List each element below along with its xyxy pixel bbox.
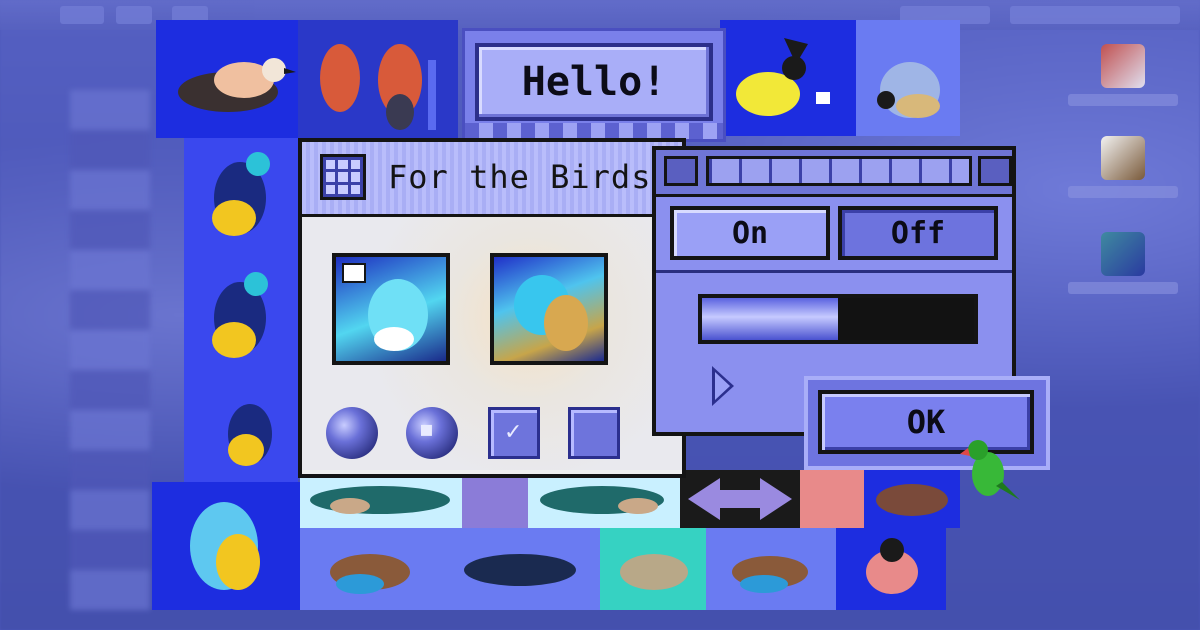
toggle-on-button[interactable]: On bbox=[670, 206, 830, 260]
bird-tile bbox=[800, 470, 864, 528]
taskbar-item[interactable] bbox=[116, 6, 152, 24]
play-triangle-icon[interactable] bbox=[712, 366, 734, 406]
dot-icon: ▪ bbox=[419, 417, 434, 442]
window-title: For the Birds bbox=[388, 158, 652, 196]
zoom-box-icon[interactable] bbox=[978, 156, 1012, 186]
bird-photo-bluebird[interactable] bbox=[490, 253, 608, 365]
checkmark-icon: ✓ bbox=[504, 420, 523, 445]
tanager-icon bbox=[212, 272, 268, 358]
bird-tile bbox=[836, 528, 946, 610]
bird-tile bbox=[440, 528, 600, 610]
pattern-tile bbox=[462, 470, 528, 528]
grid-icon[interactable] bbox=[320, 154, 366, 200]
bird-icon bbox=[178, 58, 296, 112]
bee-eater-icon bbox=[330, 554, 410, 594]
bird-tile bbox=[528, 470, 680, 528]
tanager-icon bbox=[228, 404, 272, 466]
arrow-tile bbox=[680, 470, 800, 528]
chat-icon bbox=[866, 538, 918, 594]
toggle-off-button[interactable]: Off bbox=[838, 206, 998, 260]
nuthatch-icon bbox=[877, 62, 940, 118]
bird-tile bbox=[152, 482, 300, 610]
taskbar-item[interactable] bbox=[60, 6, 104, 24]
window-title-bar[interactable]: For the Birds bbox=[302, 142, 682, 217]
control-panel-title-bar[interactable] bbox=[656, 150, 1012, 197]
radio-button[interactable] bbox=[326, 407, 378, 459]
lark-icon bbox=[620, 554, 688, 590]
desktop-file-icon bbox=[1101, 136, 1145, 180]
swallow-icon bbox=[310, 486, 450, 514]
desktop-icon[interactable] bbox=[1068, 44, 1178, 106]
desktop-icon-label bbox=[1068, 94, 1178, 106]
progress-fill bbox=[702, 298, 838, 340]
goldfinch-icon bbox=[736, 38, 830, 116]
finch-icon bbox=[876, 484, 948, 516]
hello-button[interactable]: Hello! bbox=[475, 43, 713, 121]
bird-tile bbox=[184, 258, 298, 378]
bird-photo-nuthatch[interactable] bbox=[332, 253, 450, 365]
for-the-birds-window: For the Birds ▪ ✓ bbox=[298, 138, 686, 478]
blurred-bird-column bbox=[70, 90, 150, 610]
bird-tile bbox=[300, 470, 462, 528]
hello-panel: Hello! bbox=[462, 28, 726, 142]
bird-tile bbox=[156, 20, 298, 138]
window-badge-icon bbox=[342, 263, 366, 283]
bird-tile bbox=[856, 20, 960, 136]
bird-tile bbox=[706, 528, 836, 610]
checkbox-checked[interactable]: ✓ bbox=[488, 407, 540, 459]
checkbox[interactable] bbox=[568, 407, 620, 459]
desktop-file-icon bbox=[1101, 44, 1145, 88]
bird-tile bbox=[298, 20, 458, 138]
desktop-icon-label bbox=[1068, 282, 1178, 294]
bird-tile bbox=[300, 528, 440, 610]
bird-tile bbox=[720, 20, 856, 136]
robin-icon bbox=[320, 44, 436, 130]
bird-tile bbox=[184, 378, 298, 482]
close-box-icon[interactable] bbox=[664, 156, 698, 186]
radio-button-selected[interactable]: ▪ bbox=[406, 407, 458, 459]
window-content: ▪ ✓ bbox=[302, 217, 682, 470]
desktop-icon-label bbox=[1068, 186, 1178, 198]
bee-eater-icon bbox=[732, 556, 808, 593]
blackbird-icon bbox=[464, 554, 576, 586]
desktop-icon[interactable] bbox=[1068, 136, 1178, 198]
title-strip bbox=[706, 156, 972, 186]
parrot-icon bbox=[960, 440, 1020, 500]
desktop-icon[interactable] bbox=[1068, 232, 1178, 294]
bird-tile bbox=[864, 470, 960, 528]
taskbar-clock[interactable] bbox=[1010, 6, 1180, 24]
progress-bar bbox=[698, 294, 978, 344]
bird-tile bbox=[600, 528, 706, 610]
tanager-icon bbox=[212, 152, 270, 236]
bird-tile bbox=[184, 138, 298, 258]
double-arrow-icon bbox=[688, 478, 792, 520]
desktop-file-icon bbox=[1101, 232, 1145, 276]
swallow-icon bbox=[540, 486, 664, 514]
nuthatch-icon bbox=[190, 502, 260, 590]
divider bbox=[656, 270, 1012, 273]
hello-stripe bbox=[465, 123, 723, 139]
bluebird-icon bbox=[514, 275, 588, 351]
